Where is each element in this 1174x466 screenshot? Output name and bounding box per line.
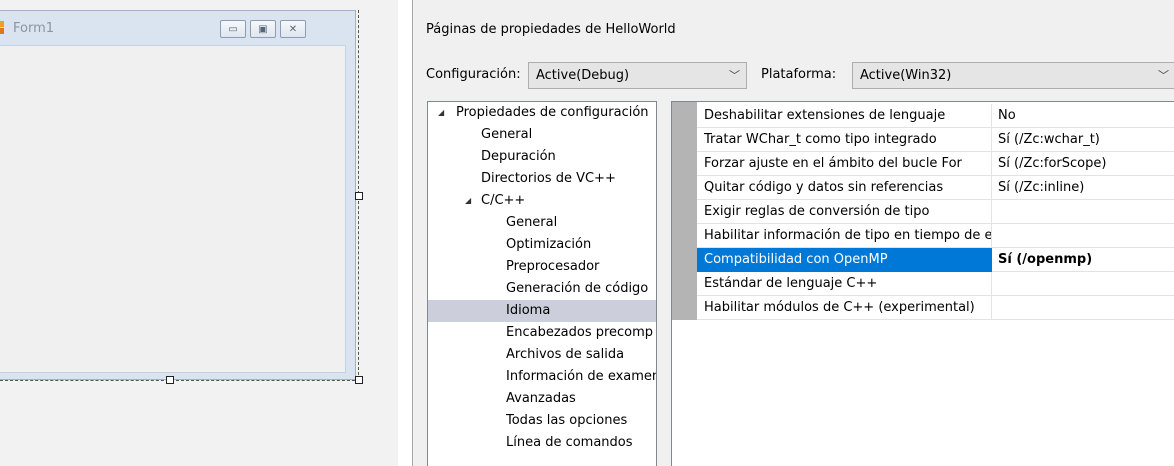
tree-item-cpp-general[interactable]: General bbox=[428, 212, 656, 234]
property-name: Habilitar información de tipo en tiempo … bbox=[697, 224, 992, 248]
property-value[interactable]: Sí (/Zc:wchar_t) bbox=[992, 128, 1174, 152]
property-name: Forzar ajuste en el ámbito del bucle For bbox=[697, 152, 992, 176]
tree-item-label: Línea de comandos bbox=[506, 435, 633, 450]
tree-item-label: C/C++ bbox=[481, 193, 526, 208]
tree-item-label: Propiedades de configuración bbox=[456, 105, 649, 120]
tree-item-code-generation[interactable]: Generación de código bbox=[428, 278, 656, 300]
form1-title: Form1 bbox=[13, 21, 55, 36]
close-button[interactable]: ✕ bbox=[280, 20, 306, 38]
close-icon: ✕ bbox=[288, 23, 298, 35]
tree-item-output-files[interactable]: Archivos de salida bbox=[428, 344, 656, 366]
property-name: Exigir reglas de conversión de tipo bbox=[697, 200, 992, 224]
resize-handle-corner[interactable] bbox=[355, 376, 363, 384]
form1-window[interactable]: Form1 ▭ ▣ ✕ bbox=[0, 10, 356, 380]
tree-item-label: Depuración bbox=[481, 149, 556, 164]
tree-item-label: General bbox=[506, 215, 558, 230]
chevron-down-icon: ﹀ bbox=[729, 69, 740, 82]
tree-item-general[interactable]: General bbox=[428, 124, 656, 146]
pane-divider bbox=[398, 0, 412, 466]
property-row[interactable]: Tratar WChar_t como tipo integrado Sí (/… bbox=[697, 128, 1174, 152]
configuration-label: Configuración: bbox=[426, 67, 521, 82]
dialog-title: Páginas de propiedades de HelloWorld bbox=[426, 22, 676, 37]
minimize-button[interactable]: ▭ bbox=[220, 20, 246, 38]
expanded-triangle-icon: ◢ bbox=[465, 196, 472, 205]
form1-title-bar[interactable]: Form1 ▭ ▣ ✕ bbox=[0, 11, 355, 45]
minimize-icon: ▭ bbox=[228, 23, 238, 35]
property-row[interactable]: Habilitar módulos de C++ (experimental) bbox=[697, 296, 1174, 320]
tree-item-language[interactable]: Idioma bbox=[428, 300, 656, 322]
property-name: Habilitar módulos de C++ (experimental) bbox=[697, 296, 992, 320]
tree-item-label: Todas las opciones bbox=[506, 413, 628, 428]
tree-item-label: Archivos de salida bbox=[506, 347, 625, 362]
property-value[interactable]: Sí (/Zc:forScope) bbox=[992, 152, 1174, 176]
tree-item-label: Optimización bbox=[506, 237, 592, 252]
property-pages-dialog: Páginas de propiedades de HelloWorld Con… bbox=[412, 0, 1174, 466]
property-name: Estándar de lenguaje C++ bbox=[697, 272, 992, 296]
platform-value: Active(Win32) bbox=[860, 68, 952, 83]
tree-item-command-line[interactable]: Línea de comandos bbox=[428, 432, 656, 454]
property-value[interactable]: Sí (/openmp) bbox=[992, 248, 1174, 272]
property-row[interactable]: Estándar de lenguaje C++ bbox=[697, 272, 1174, 296]
property-row[interactable]: Quitar código y datos sin referencias Sí… bbox=[697, 176, 1174, 200]
property-value[interactable]: Sí (/Zc:inline) bbox=[992, 176, 1174, 200]
property-row[interactable]: Habilitar información de tipo en tiempo … bbox=[697, 224, 1174, 248]
tree-item-label: Avanzadas bbox=[506, 391, 576, 406]
property-name: Quitar código y datos sin referencias bbox=[697, 176, 992, 200]
form-app-icon bbox=[0, 21, 4, 34]
tree-item-label: General bbox=[481, 127, 533, 142]
tree-item-advanced[interactable]: Avanzadas bbox=[428, 388, 656, 410]
maximize-button[interactable]: ▣ bbox=[250, 20, 276, 38]
property-value[interactable] bbox=[992, 296, 1174, 320]
tree-item-label: Preprocesador bbox=[506, 259, 600, 274]
tree-item-vc-directories[interactable]: Directorios de VC++ bbox=[428, 168, 656, 190]
tree-item-debugging[interactable]: Depuración bbox=[428, 146, 656, 168]
tree-item-label: Directorios de VC++ bbox=[481, 171, 616, 186]
tree-item-optimization[interactable]: Optimización bbox=[428, 234, 656, 256]
configuration-value: Active(Debug) bbox=[536, 68, 630, 83]
tree-item-label: Encabezados precomp bbox=[506, 325, 654, 340]
tree-item-all-options[interactable]: Todas las opciones bbox=[428, 410, 656, 432]
settings-tree[interactable]: ◢ Propiedades de configuración General D… bbox=[427, 101, 657, 466]
resize-handle-bottom[interactable] bbox=[166, 376, 174, 384]
property-value[interactable] bbox=[992, 224, 1174, 248]
property-row[interactable]: Forzar ajuste en el ámbito del bucle For… bbox=[697, 152, 1174, 176]
platform-combo[interactable]: Active(Win32) ﹀ bbox=[852, 62, 1174, 89]
tree-item-browse-information[interactable]: Información de examen bbox=[428, 366, 656, 388]
property-row-selected[interactable]: Compatibilidad con OpenMP Sí (/openmp) bbox=[697, 248, 1174, 272]
form-designer-surface[interactable]: Form1 ▭ ▣ ✕ bbox=[0, 0, 398, 466]
chevron-down-icon: ﹀ bbox=[1158, 69, 1169, 82]
maximize-icon: ▣ bbox=[258, 23, 268, 35]
tree-item-preprocessor[interactable]: Preprocesador bbox=[428, 256, 656, 278]
tree-item-cpp[interactable]: ◢ C/C++ bbox=[428, 190, 656, 212]
tree-item-label: Información de examen bbox=[506, 369, 657, 384]
tree-item-config-properties[interactable]: ◢ Propiedades de configuración bbox=[428, 102, 656, 124]
property-row[interactable]: Exigir reglas de conversión de tipo bbox=[697, 200, 1174, 224]
tree-item-label: Generación de código bbox=[506, 281, 649, 296]
property-grid-gutter bbox=[672, 102, 697, 320]
resize-handle-right[interactable] bbox=[355, 192, 363, 200]
platform-label: Plataforma: bbox=[761, 67, 837, 82]
expanded-triangle-icon: ◢ bbox=[438, 108, 445, 117]
property-name: Compatibilidad con OpenMP bbox=[697, 248, 992, 272]
property-row[interactable]: Deshabilitar extensiones de lenguaje No bbox=[697, 104, 1174, 128]
form1-client-area[interactable] bbox=[0, 45, 346, 373]
configuration-combo[interactable]: Active(Debug) ﹀ bbox=[528, 62, 747, 89]
property-value[interactable]: No bbox=[992, 104, 1174, 128]
tree-item-label: Idioma bbox=[506, 303, 551, 318]
property-value[interactable] bbox=[992, 200, 1174, 224]
property-grid[interactable]: Deshabilitar extensiones de lenguaje No … bbox=[671, 101, 1174, 466]
tree-item-precompiled-headers[interactable]: Encabezados precomp bbox=[428, 322, 656, 344]
property-value[interactable] bbox=[992, 272, 1174, 296]
property-name: Tratar WChar_t como tipo integrado bbox=[697, 128, 992, 152]
property-name: Deshabilitar extensiones de lenguaje bbox=[697, 104, 992, 128]
selection-border-bottom bbox=[0, 380, 360, 381]
